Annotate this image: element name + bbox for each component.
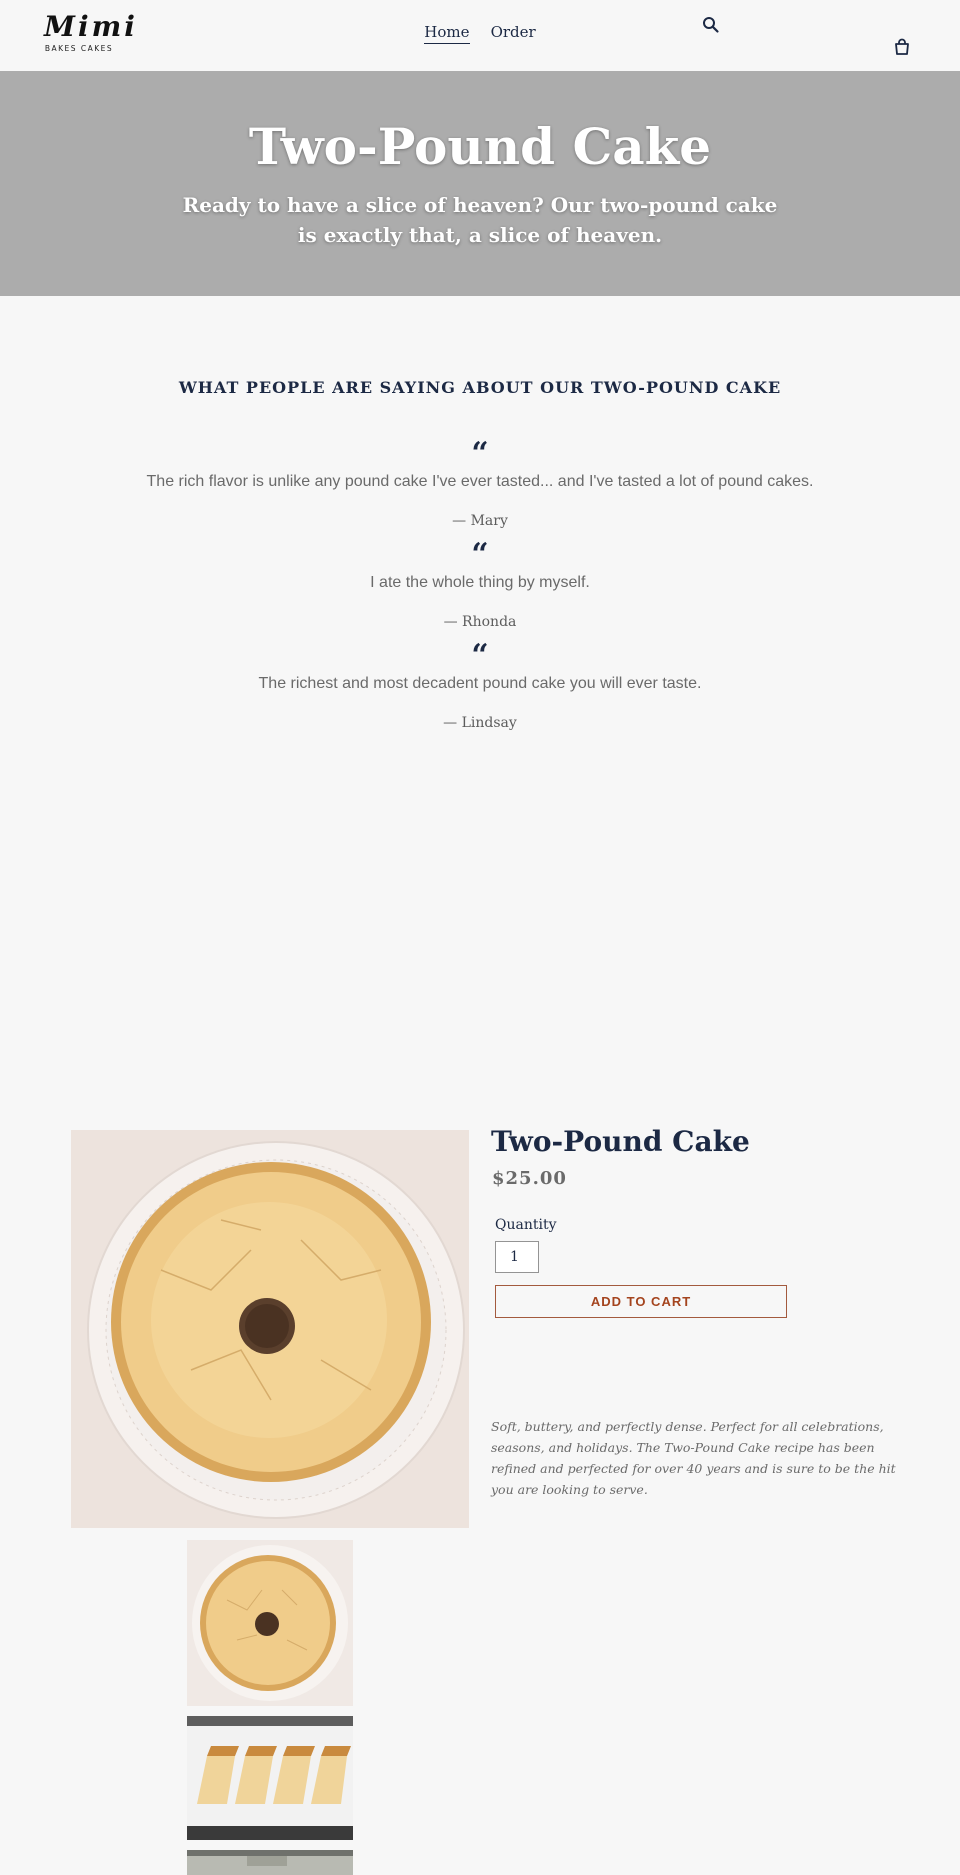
product-title: Two-Pound Cake [491, 1125, 750, 1158]
testimonial-author: — Lindsay [443, 715, 517, 731]
product-main-image[interactable] [71, 1130, 469, 1528]
add-to-cart-button[interactable]: ADD TO CART [495, 1285, 787, 1318]
testimonial-author: — Mary [452, 513, 508, 529]
main-nav: Home Order [0, 22, 960, 44]
testimonial-text: I ate the whole thing by myself. [370, 574, 590, 591]
product-section: Two-Pound Cake $25.00 Quantity 1 ADD TO … [0, 1046, 960, 1875]
quote-icon: “ [471, 537, 489, 572]
testimonials-section: What people are saying about our Two-Pou… [0, 296, 960, 1046]
testimonial-item: “ I ate the whole thing by myself. — Rho… [0, 540, 960, 641]
site-header: Mimi BAKES CAKES Home Order [0, 0, 960, 71]
testimonial-item: “ The rich flavor is unlike any pound ca… [0, 439, 960, 540]
hero-title: Two-Pound Cake [248, 117, 712, 176]
product-thumbnail[interactable] [187, 1540, 353, 1706]
hero-subtitle: Ready to have a slice of heaven? Our two… [182, 193, 778, 247]
quantity-label: Quantity [495, 1217, 557, 1233]
quote-icon: “ [471, 638, 489, 673]
product-thumbnail[interactable] [187, 1716, 353, 1840]
testimonial-text: The rich flavor is unlike any pound cake… [146, 473, 814, 490]
testimonial-list: “ The rich flavor is unlike any pound ca… [0, 439, 960, 742]
testimonial-text: The richest and most decadent pound cake… [258, 675, 702, 692]
nav-home[interactable]: Home [424, 23, 470, 44]
hero-banner: Two-Pound Cake Ready to have a slice of … [0, 71, 960, 296]
product-price: $25.00 [492, 1168, 567, 1189]
product-description: Soft, buttery, and perfectly dense. Perf… [491, 1419, 896, 1497]
cart-icon[interactable] [893, 38, 911, 56]
testimonial-author: — Rhonda [443, 614, 517, 630]
quantity-input[interactable]: 1 [495, 1241, 539, 1273]
nav-order[interactable]: Order [491, 23, 536, 41]
testimonial-item: “ The richest and most decadent pound ca… [0, 641, 960, 742]
product-thumbnail[interactable] [187, 1850, 353, 1875]
logo-subtitle: BAKES CAKES [44, 44, 114, 53]
quote-icon: “ [471, 436, 489, 471]
testimonials-heading: What people are saying about our Two-Pou… [178, 378, 782, 397]
search-icon[interactable] [702, 16, 720, 34]
